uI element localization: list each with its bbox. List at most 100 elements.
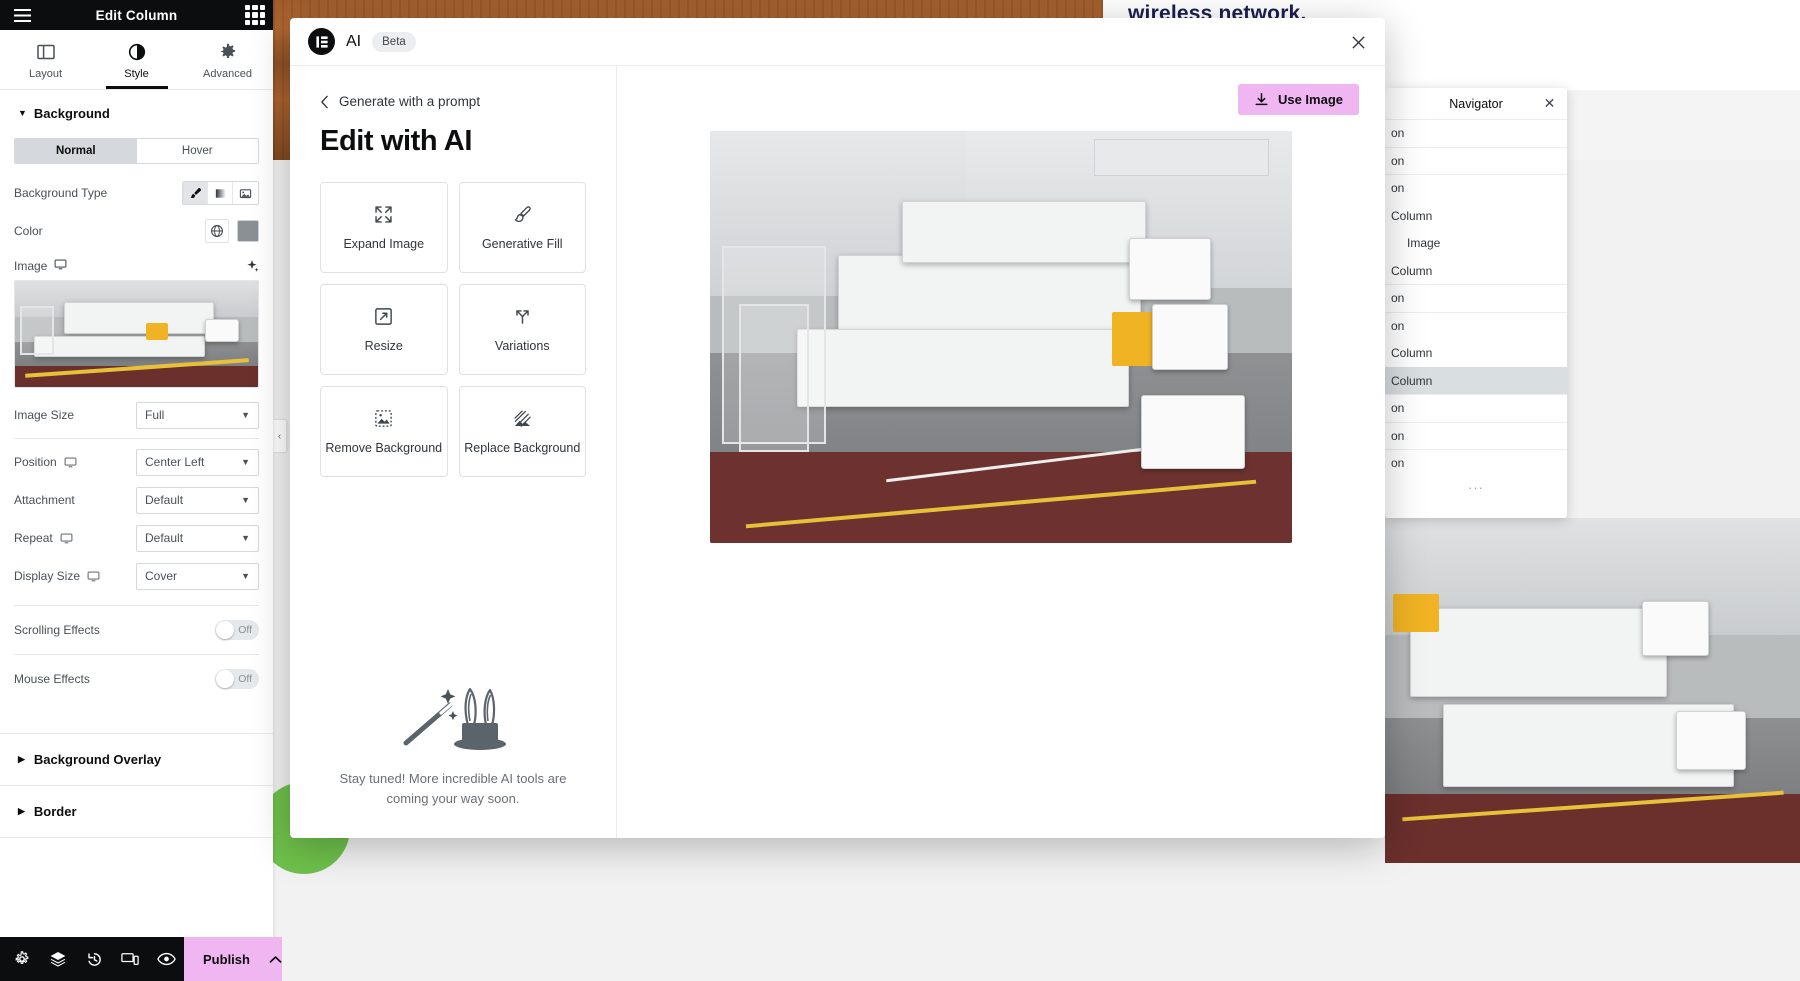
- panel-content: ▼ Background Normal Hover Background Typ…: [0, 90, 273, 937]
- navigator-item[interactable]: on: [1385, 284, 1567, 312]
- background-state-tabs: Normal Hover: [14, 138, 259, 164]
- row-background-type: Background Type: [0, 174, 273, 212]
- branch-arrows-icon: [512, 306, 533, 327]
- ai-modal: AI Beta Generate with a prompt Edit with…: [290, 18, 1385, 838]
- sparkle-ai-icon[interactable]: [245, 259, 259, 273]
- background-image-thumbnail[interactable]: [14, 280, 259, 388]
- navigator-item-label: on: [1391, 154, 1404, 168]
- navigator-item[interactable]: on: [1385, 449, 1567, 477]
- attachment-select[interactable]: Default ▼: [136, 487, 259, 514]
- row-position: Position Center Left ▼: [0, 443, 273, 481]
- tool-card-label: Expand Image: [343, 237, 424, 251]
- chevron-down-icon: ▼: [241, 571, 250, 581]
- chevron-left-icon: [320, 95, 329, 109]
- close-icon[interactable]: ✕: [1541, 95, 1558, 112]
- desktop-icon[interactable]: [64, 456, 77, 469]
- row-attachment: Attachment Default ▼: [0, 481, 273, 519]
- panel-collapse-handle[interactable]: ‹: [273, 419, 287, 453]
- history-icon[interactable]: [76, 937, 112, 981]
- tab-layout[interactable]: Layout: [0, 30, 91, 89]
- use-image-button[interactable]: Use Image: [1238, 84, 1359, 115]
- ai-generated-image[interactable]: [710, 131, 1292, 543]
- chevron-up-icon[interactable]: [269, 937, 282, 981]
- preview-eye-icon[interactable]: [148, 937, 184, 981]
- scrolling-effects-label: Scrolling Effects: [14, 623, 215, 637]
- section-background-header[interactable]: ▼ Background: [0, 90, 273, 134]
- toggle-knob: [216, 621, 234, 639]
- tool-card-variations[interactable]: Variations: [459, 284, 587, 375]
- color-label: Color: [14, 224, 205, 238]
- gradient-icon[interactable]: [208, 182, 233, 204]
- navigator-item[interactable]: Column: [1385, 202, 1567, 230]
- back-to-prompt-link[interactable]: Generate with a prompt: [320, 94, 586, 109]
- navigator-item-selected[interactable]: Column: [1385, 367, 1567, 395]
- use-image-label: Use Image: [1278, 92, 1343, 107]
- state-tab-normal[interactable]: Normal: [15, 139, 137, 163]
- ai-preview-column: Use Image: [617, 66, 1385, 838]
- background-type-buttons: [182, 181, 259, 205]
- elementor-editor-panel: Edit Column Layout Style Advanced: [0, 0, 273, 981]
- navigator-item[interactable]: on: [1385, 312, 1567, 340]
- row-display-size: Display Size Cover ▼: [0, 557, 273, 595]
- section-border[interactable]: ▶ Border: [0, 786, 273, 837]
- apps-grid-icon[interactable]: [245, 5, 265, 25]
- gear-icon: [219, 43, 237, 61]
- row-repeat: Repeat Default ▼: [0, 519, 273, 557]
- navigator-overflow: ···: [1385, 477, 1567, 499]
- row-scrolling-effects: Scrolling Effects Off: [0, 606, 273, 654]
- navigator-item[interactable]: on: [1385, 394, 1567, 422]
- tool-card-replace-background[interactable]: Replace Background: [459, 386, 587, 477]
- panel-footer: Publish: [0, 937, 273, 981]
- mouse-effects-toggle[interactable]: Off: [215, 669, 259, 689]
- navigator-item[interactable]: Column: [1385, 339, 1567, 367]
- navigator-item[interactable]: on: [1385, 422, 1567, 450]
- layout-columns-icon: [37, 43, 55, 61]
- navigator-item-label: on: [1391, 401, 1404, 415]
- tool-card-remove-background[interactable]: Remove Background: [320, 386, 448, 477]
- position-label-wrap: Position: [14, 455, 136, 469]
- chevron-down-icon: ▼: [241, 457, 250, 467]
- tool-card-resize[interactable]: Resize: [320, 284, 448, 375]
- display-size-select[interactable]: Cover ▼: [136, 563, 259, 590]
- desktop-icon[interactable]: [54, 258, 67, 274]
- navigator-item[interactable]: on: [1385, 174, 1567, 202]
- contrast-circle-icon: [128, 43, 146, 61]
- tab-advanced[interactable]: Advanced: [182, 30, 273, 89]
- color-swatch[interactable]: [237, 220, 259, 242]
- tab-style[interactable]: Style: [91, 30, 182, 89]
- navigator-item[interactable]: on: [1385, 147, 1567, 175]
- brush-icon[interactable]: [183, 182, 208, 204]
- responsive-icon[interactable]: [112, 937, 148, 981]
- navigator-item-label: on: [1391, 126, 1404, 140]
- toggle-knob: [216, 670, 234, 688]
- desktop-icon[interactable]: [87, 570, 100, 583]
- navigator-item[interactable]: Image: [1385, 229, 1567, 257]
- display-size-label-wrap: Display Size: [14, 569, 136, 583]
- image-icon[interactable]: [233, 182, 258, 204]
- section-background-overlay[interactable]: ▶ Background Overlay: [0, 734, 273, 785]
- image-size-select[interactable]: Full ▼: [136, 402, 259, 429]
- back-link-label: Generate with a prompt: [339, 94, 480, 109]
- navigator-item[interactable]: on: [1385, 119, 1567, 147]
- globe-icon[interactable]: [205, 219, 229, 243]
- tool-card-expand-image[interactable]: Expand Image: [320, 182, 448, 273]
- ai-modal-body: Generate with a prompt Edit with AI: [290, 66, 1385, 838]
- position-select[interactable]: Center Left ▼: [136, 449, 259, 476]
- hamburger-icon[interactable]: [0, 9, 44, 22]
- state-tab-hover[interactable]: Hover: [137, 139, 259, 163]
- background-overlay-title: Background Overlay: [34, 752, 161, 767]
- publish-button[interactable]: Publish: [184, 937, 269, 981]
- position-value: Center Left: [145, 455, 241, 469]
- stay-tuned-text: Stay tuned! More incredible AI tools are…: [320, 769, 586, 808]
- layers-icon[interactable]: [40, 937, 76, 981]
- tool-card-generative-fill[interactable]: Generative Fill: [459, 182, 587, 273]
- desktop-icon[interactable]: [60, 532, 73, 545]
- navigator-item[interactable]: Column: [1385, 257, 1567, 285]
- attachment-value: Default: [145, 493, 241, 507]
- repeat-select[interactable]: Default ▼: [136, 525, 259, 552]
- row-color: Color: [0, 212, 273, 250]
- close-icon[interactable]: [1347, 31, 1369, 53]
- scrolling-effects-toggle[interactable]: Off: [215, 620, 259, 640]
- navigator-item-label: on: [1391, 319, 1404, 333]
- gear-icon[interactable]: [4, 937, 40, 981]
